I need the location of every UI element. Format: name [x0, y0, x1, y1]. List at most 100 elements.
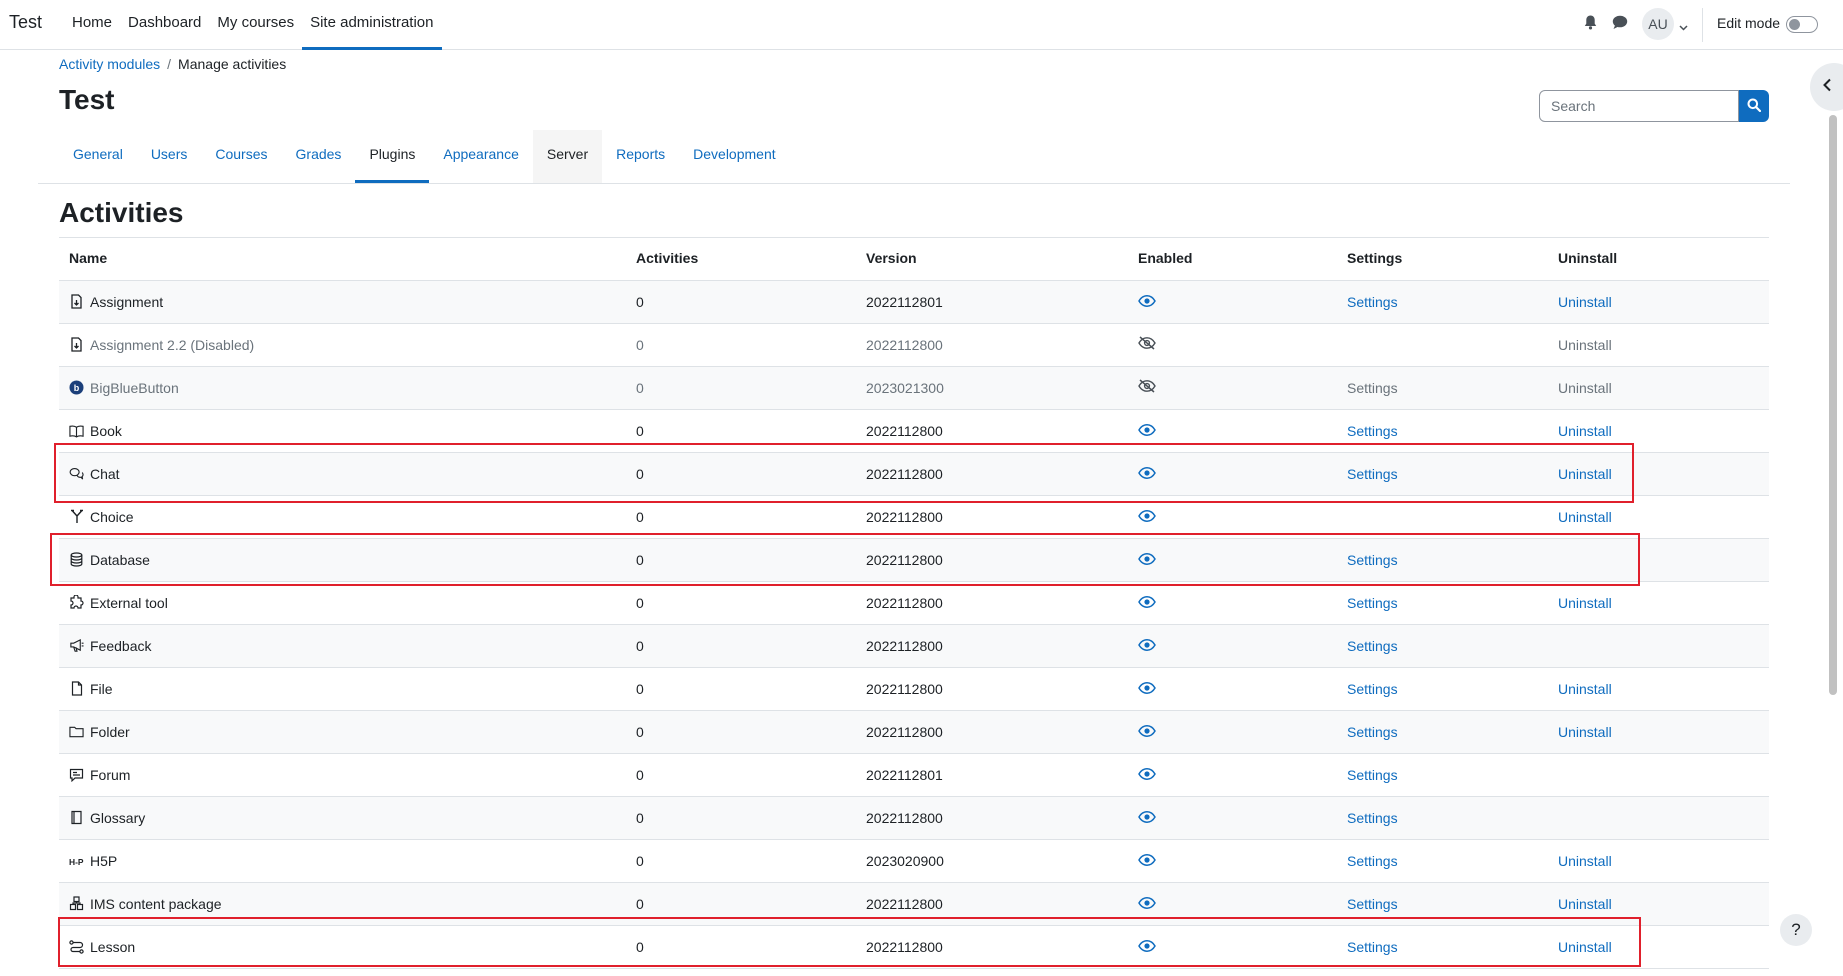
avatar[interactable]: AU: [1642, 8, 1674, 40]
eye-icon[interactable]: [1138, 853, 1156, 869]
scrollbar[interactable]: [1829, 115, 1837, 695]
nav-site-administration[interactable]: Site administration: [302, 0, 442, 50]
nav-my-courses[interactable]: My courses: [209, 0, 302, 50]
cell-uninstall: Uninstall: [1548, 409, 1769, 453]
eye-slash-icon[interactable]: [1138, 379, 1156, 396]
activity-name: Glossary: [90, 809, 146, 826]
eye-icon[interactable]: [1138, 509, 1156, 525]
scrollbar-thumb[interactable]: [1829, 115, 1837, 695]
chevron-left-icon: [1822, 78, 1832, 97]
forum-icon: [69, 767, 84, 782]
tab-server[interactable]: Server: [532, 130, 603, 183]
eye-icon[interactable]: [1138, 595, 1156, 611]
eye-icon[interactable]: [1138, 638, 1156, 654]
eye-slash-icon[interactable]: [1138, 336, 1156, 353]
cell-uninstall: [1548, 753, 1769, 797]
eye-icon[interactable]: [1138, 466, 1156, 482]
settings-link[interactable]: Settings: [1347, 595, 1398, 611]
uninstall-link[interactable]: Uninstall: [1558, 294, 1612, 310]
eye-icon[interactable]: [1138, 294, 1156, 310]
table-row-glossary: Glossary 0 2022112800 Settings: [59, 796, 1769, 840]
settings-link[interactable]: Settings: [1347, 466, 1398, 482]
table-row-lesson: Lesson 0 2022112800 Settings Uninstall: [59, 925, 1769, 969]
cell-uninstall: [1548, 624, 1769, 668]
tab-reports[interactable]: Reports: [602, 130, 679, 183]
settings-link[interactable]: Settings: [1347, 294, 1398, 310]
settings-link[interactable]: Settings: [1347, 638, 1398, 654]
uninstall-link[interactable]: Uninstall: [1558, 853, 1612, 869]
nav-home[interactable]: Home: [64, 0, 120, 50]
tab-appearance[interactable]: Appearance: [429, 130, 533, 183]
column-header-uninstall: Uninstall: [1548, 237, 1769, 281]
settings-link[interactable]: Settings: [1347, 810, 1398, 826]
uninstall-link[interactable]: Uninstall: [1558, 939, 1612, 955]
settings-link[interactable]: Settings: [1347, 423, 1398, 439]
cell-name: Assignment 2.2 (Disabled): [59, 323, 626, 367]
cell-activities: 0: [626, 452, 856, 496]
tab-courses[interactable]: Courses: [201, 130, 281, 183]
svg-text:H-P: H-P: [69, 856, 84, 866]
cell-enabled: [1128, 710, 1337, 754]
uninstall-link[interactable]: Uninstall: [1558, 681, 1612, 697]
drawer-toggle[interactable]: [1810, 63, 1843, 111]
eye-icon[interactable]: [1138, 810, 1156, 826]
help-button[interactable]: ?: [1780, 914, 1812, 946]
cell-version: 2022112800: [856, 624, 1128, 668]
settings-link[interactable]: Settings: [1347, 681, 1398, 697]
cell-settings: Settings: [1337, 796, 1548, 840]
settings-link[interactable]: Settings: [1347, 767, 1398, 783]
settings-link[interactable]: Settings: [1347, 853, 1398, 869]
cell-settings: Settings: [1337, 882, 1548, 926]
cell-activities: 0: [626, 409, 856, 453]
breadcrumb-current: Manage activities: [178, 56, 287, 72]
tab-general[interactable]: General: [59, 130, 137, 183]
site-brand[interactable]: Test: [9, 12, 42, 33]
column-header-activities: Activities: [626, 237, 856, 281]
message-icon[interactable]: [1612, 15, 1628, 35]
eye-icon[interactable]: [1138, 767, 1156, 783]
search-input[interactable]: [1539, 90, 1739, 122]
search-button[interactable]: [1739, 90, 1769, 122]
eye-icon[interactable]: [1138, 681, 1156, 697]
eye-icon[interactable]: [1138, 724, 1156, 740]
eye-icon[interactable]: [1138, 423, 1156, 439]
h5p-icon: H-P: [69, 853, 84, 868]
table-row-feedback: Feedback 0 2022112800 Settings: [59, 624, 1769, 668]
uninstall-link[interactable]: Uninstall: [1558, 896, 1612, 912]
edit-mode-toggle[interactable]: [1786, 16, 1818, 33]
settings-link[interactable]: Settings: [1347, 896, 1398, 912]
cell-version: 2022112800: [856, 667, 1128, 711]
settings-link[interactable]: Settings: [1347, 939, 1398, 955]
uninstall-link[interactable]: Uninstall: [1558, 595, 1612, 611]
eye-icon[interactable]: [1138, 552, 1156, 568]
eye-icon[interactable]: [1138, 939, 1156, 955]
tab-plugins[interactable]: Plugins: [355, 130, 430, 183]
eye-icon[interactable]: [1138, 896, 1156, 912]
uninstall-link[interactable]: Uninstall: [1558, 509, 1612, 525]
cell-name: Choice: [59, 495, 626, 539]
bigbluebutton-icon: b: [69, 380, 84, 395]
uninstall-link[interactable]: Uninstall: [1558, 423, 1612, 439]
chevron-down-icon[interactable]: [1679, 18, 1688, 36]
table-row-file: File 0 2022112800 Settings Uninstall: [59, 667, 1769, 711]
bell-icon[interactable]: [1584, 15, 1597, 35]
nav-dashboard[interactable]: Dashboard: [120, 0, 209, 50]
settings-link[interactable]: Settings: [1347, 724, 1398, 740]
tab-development[interactable]: Development: [679, 130, 790, 183]
uninstall-link[interactable]: Uninstall: [1558, 724, 1612, 740]
table-row-database: Database 0 2022112800 Settings: [59, 538, 1769, 582]
settings-link[interactable]: Settings: [1347, 552, 1398, 568]
cell-activities: 0: [626, 667, 856, 711]
cell-activities: 0: [626, 753, 856, 797]
tab-users[interactable]: Users: [137, 130, 202, 183]
activity-name: Choice: [90, 508, 134, 525]
cell-activities: 0: [626, 839, 856, 883]
cell-version: 2022112800: [856, 581, 1128, 625]
tab-grades[interactable]: Grades: [282, 130, 356, 183]
activity-name: Book: [90, 422, 122, 439]
uninstall-link[interactable]: Uninstall: [1558, 466, 1612, 482]
table-row-book: Book 0 2022112800 Settings Uninstall: [59, 409, 1769, 453]
cell-settings: Settings: [1337, 667, 1548, 711]
breadcrumb-activity-modules[interactable]: Activity modules: [59, 56, 160, 72]
section-title: Activities: [59, 197, 184, 228]
